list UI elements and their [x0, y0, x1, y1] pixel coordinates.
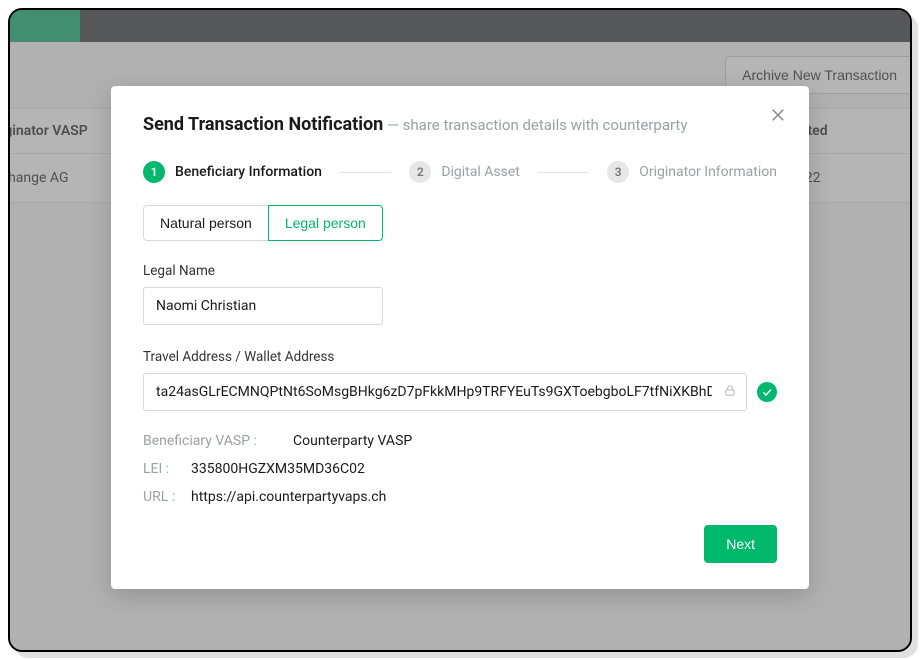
beneficiary-vasp-label: Beneficiary VASP :: [143, 433, 293, 449]
step-2[interactable]: 2 Digital Asset: [409, 161, 520, 183]
url-value: https://api.counterpartyvaps.ch: [191, 489, 386, 505]
address-valid-badge: [757, 382, 777, 402]
address-label: Travel Address / Wallet Address: [143, 349, 777, 365]
wallet-address-input[interactable]: [143, 373, 747, 411]
step-1-number: 1: [143, 161, 165, 183]
check-icon: [761, 383, 773, 402]
legal-person-tab[interactable]: Legal person: [268, 205, 383, 241]
step-3-label: Originator Information: [639, 164, 777, 180]
modal-title: Send Transaction Notification: [143, 114, 383, 135]
url-label: URL :: [143, 489, 191, 505]
next-button[interactable]: Next: [704, 525, 777, 563]
legal-name-label: Legal Name: [143, 263, 777, 279]
step-2-label: Digital Asset: [441, 164, 520, 180]
send-transaction-modal: Send Transaction Notification — share tr…: [111, 86, 809, 589]
person-type-segment: Natural person Legal person: [143, 205, 383, 241]
stepper: 1 Beneficiary Information 2 Digital Asse…: [143, 161, 777, 183]
close-icon: [769, 109, 787, 128]
app-frame: Archive New Transaction Originator VASP …: [8, 8, 912, 652]
step-separator: [538, 172, 589, 173]
modal-header: Send Transaction Notification — share tr…: [143, 114, 777, 135]
step-1[interactable]: 1 Beneficiary Information: [143, 161, 322, 183]
step-3-number: 3: [607, 161, 629, 183]
step-3[interactable]: 3 Originator Information: [607, 161, 777, 183]
modal-overlay: Send Transaction Notification — share tr…: [10, 10, 910, 650]
lei-label: LEI :: [143, 461, 191, 477]
step-2-number: 2: [409, 161, 431, 183]
lei-value: 335800HGZXM35MD36C02: [191, 461, 365, 477]
step-1-label: Beneficiary Information: [175, 164, 322, 180]
modal-subtitle-sep: —: [387, 116, 402, 134]
legal-name-input[interactable]: [143, 287, 383, 325]
lock-icon: [723, 383, 737, 402]
step-separator: [340, 172, 391, 173]
modal-subtitle: share transaction details with counterpa…: [403, 116, 688, 134]
beneficiary-vasp-value: Counterparty VASP: [293, 433, 412, 449]
close-button[interactable]: [769, 106, 787, 128]
natural-person-tab[interactable]: Natural person: [143, 205, 269, 241]
